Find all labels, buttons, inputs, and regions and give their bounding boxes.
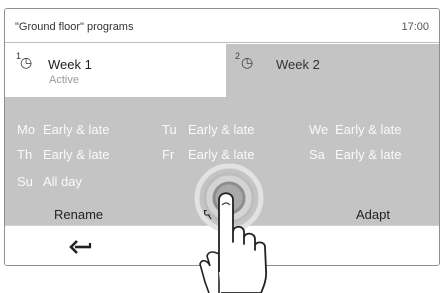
tab-label: Week 2 — [276, 57, 320, 72]
display-screen: "Ground floor" programs 17:00 1 ◷ Week 1… — [4, 8, 440, 266]
day-label: Su — [17, 174, 33, 189]
clock-icon: ◷ — [241, 54, 254, 70]
day-label: Fr — [162, 147, 175, 162]
day-row-tu[interactable]: Tu Early & late — [162, 122, 254, 137]
rename-button[interactable]: Rename — [54, 207, 103, 222]
tab-week-2[interactable]: 2 ◷ Week 2 — [226, 44, 439, 97]
back-arrow-icon[interactable] — [69, 238, 93, 254]
tab-label: Week 1 — [48, 57, 92, 72]
day-program: Early & late — [43, 147, 110, 162]
day-label: We — [309, 122, 329, 137]
page-title: "Ground floor" programs — [15, 21, 134, 33]
day-label: Mo — [17, 122, 36, 137]
day-row-th[interactable]: Th Early & late — [17, 147, 109, 162]
day-program: All day — [43, 174, 83, 189]
day-program: Early & late — [188, 147, 255, 162]
tab-status: Active — [49, 74, 79, 86]
clock-time: 17:00 — [401, 21, 429, 33]
day-label: Tu — [162, 122, 177, 137]
day-row-mo[interactable]: Mo Early & late — [17, 122, 109, 137]
reset-button[interactable]: Reset — [203, 207, 237, 222]
footer-bar — [5, 225, 439, 265]
day-label: Th — [17, 147, 33, 162]
day-row-we[interactable]: We Early & late — [309, 122, 401, 137]
day-program: Early & late — [188, 122, 255, 137]
tab-week-1[interactable]: 1 ◷ Week 1 Active — [5, 44, 226, 97]
day-row-fr[interactable]: Fr Early & late — [162, 147, 254, 162]
week-schedule-panel: Mo Early & late Tu Early & late We Early & … — [5, 97, 439, 225]
day-row-sa[interactable]: Sa Early & late — [309, 147, 401, 162]
clock-icon: ◷ — [20, 54, 33, 70]
day-label: Sa — [309, 147, 325, 162]
day-program: Early & late — [335, 122, 402, 137]
day-row-su[interactable]: Su All day — [17, 174, 82, 189]
adapt-button[interactable]: Adapt — [356, 207, 390, 222]
day-program: Early & late — [335, 147, 402, 162]
header-bar: "Ground floor" programs 17:00 — [5, 9, 439, 43]
tab-number: 2 — [235, 51, 241, 61]
day-program: Early & late — [43, 122, 110, 137]
